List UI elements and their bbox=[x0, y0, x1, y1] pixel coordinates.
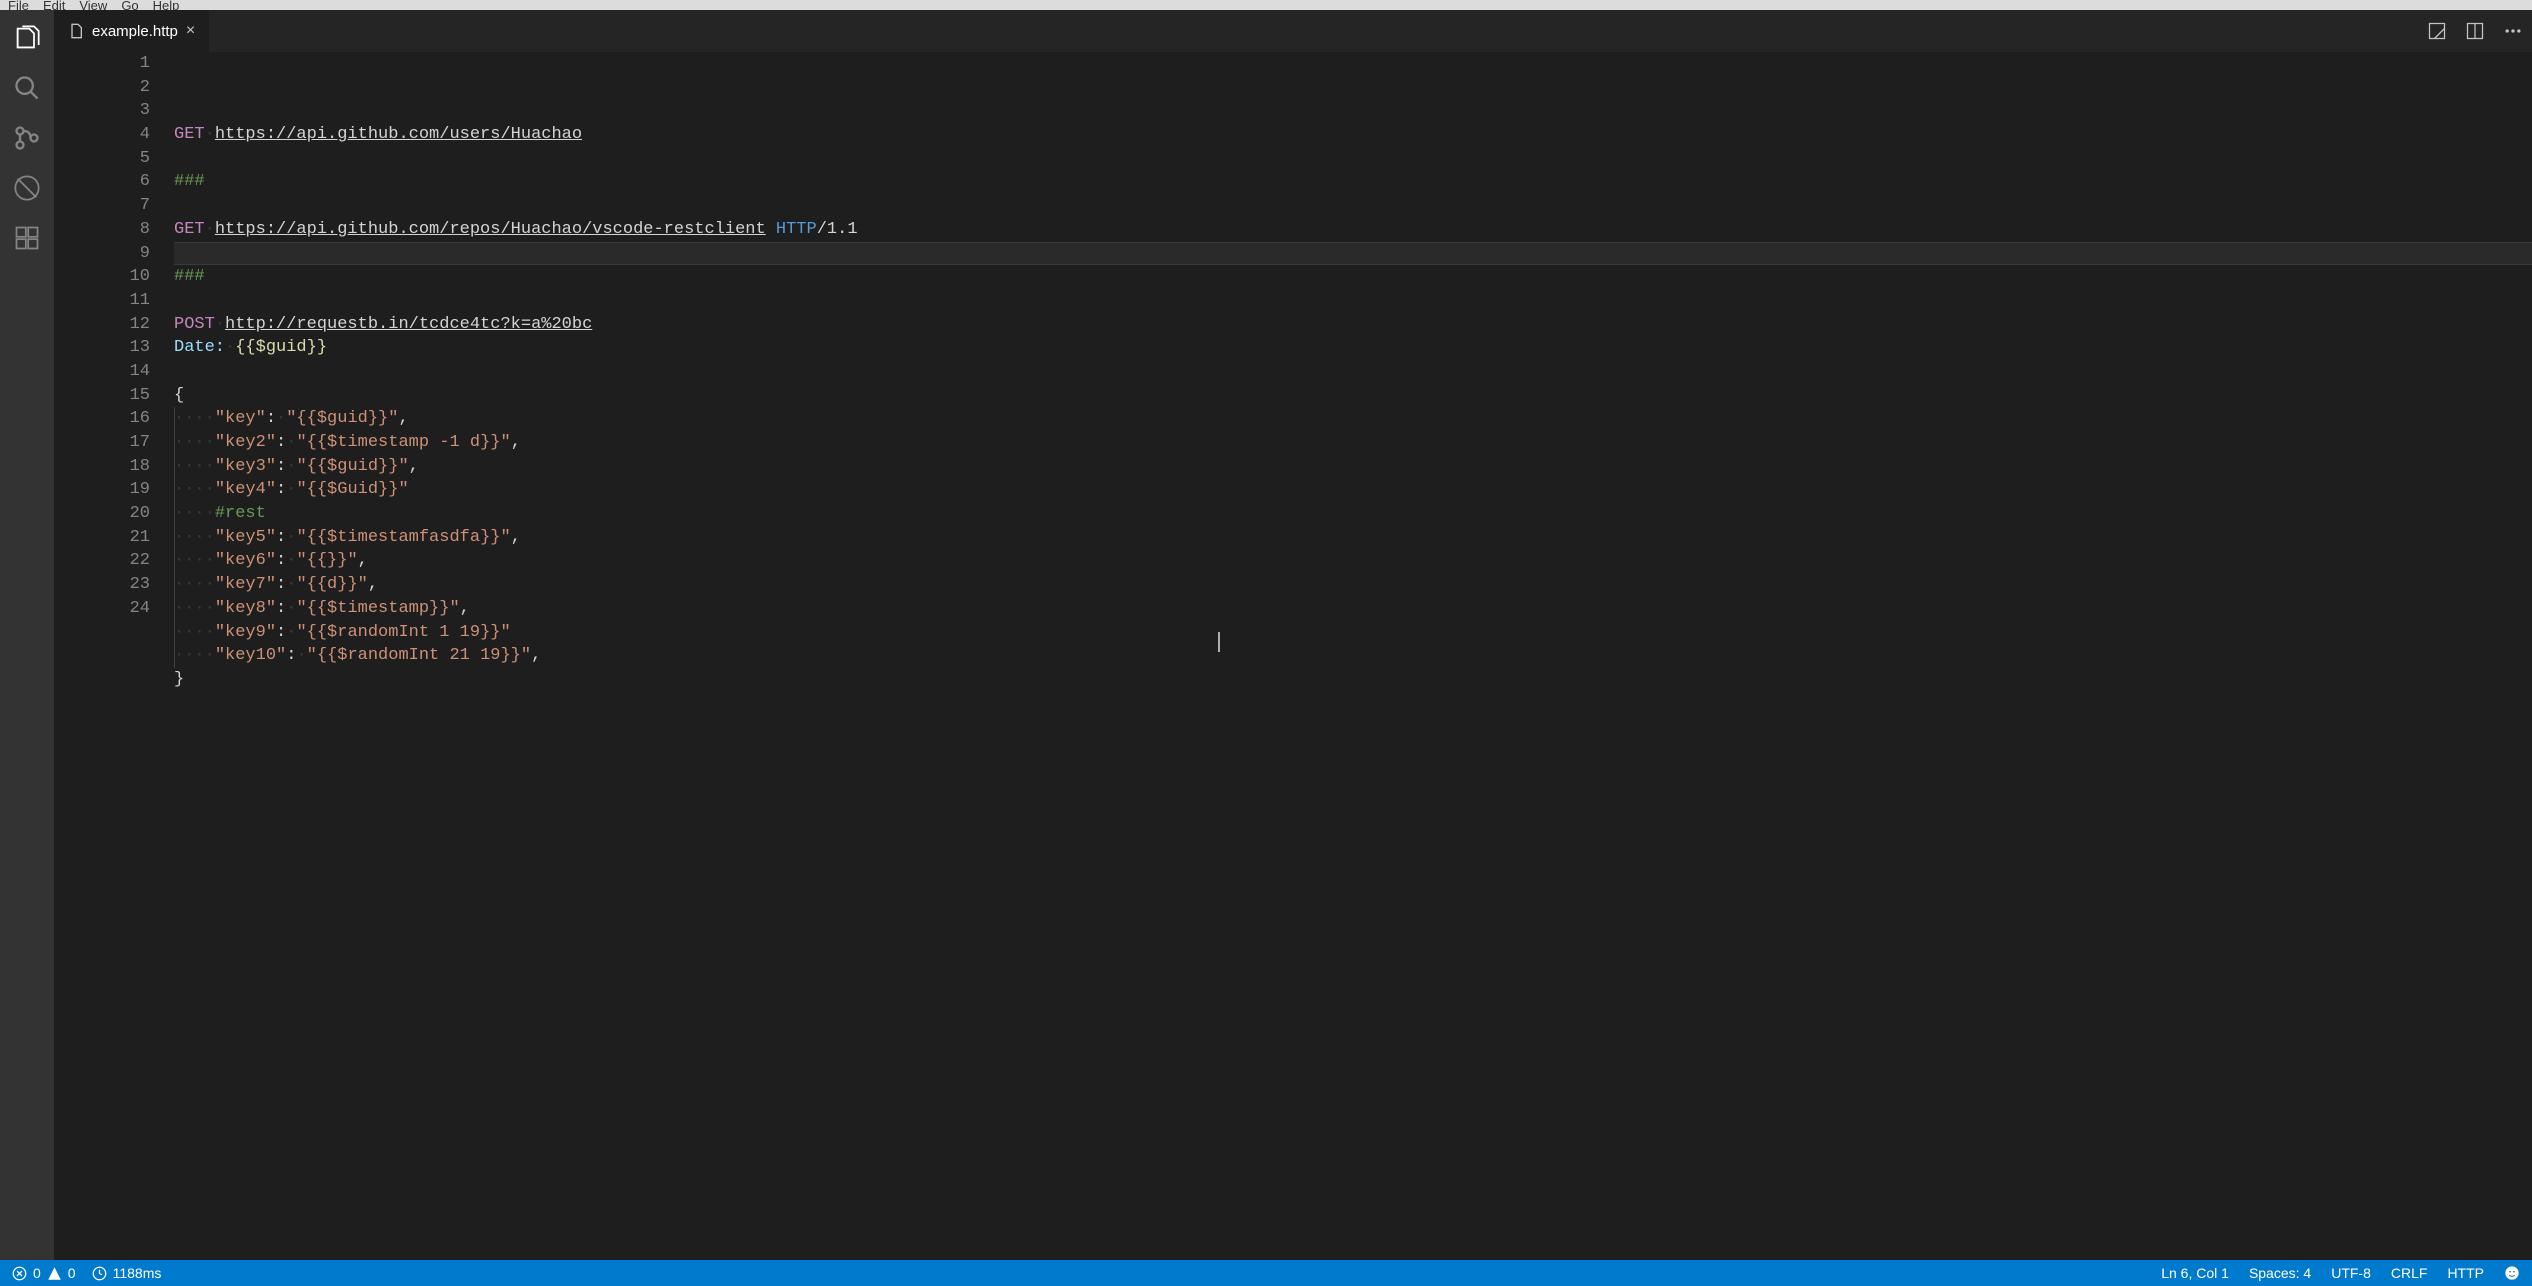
line-number: 20 bbox=[54, 502, 150, 526]
editor-area: example.http × 1234567891011121314151617… bbox=[54, 10, 2532, 1260]
warning-count: 0 bbox=[68, 1265, 76, 1281]
split-editor-icon[interactable] bbox=[2456, 10, 2494, 52]
statusbar: 0 0 1188ms Ln 6, Col 1 Spaces: 4 UTF-8 C… bbox=[0, 1260, 2532, 1286]
feedback-icon[interactable] bbox=[2504, 1265, 2520, 1281]
line-number: 3 bbox=[54, 99, 150, 123]
code-line[interactable] bbox=[174, 360, 2532, 384]
line-number: 17 bbox=[54, 431, 150, 455]
line-number: 22 bbox=[54, 549, 150, 573]
git-icon[interactable] bbox=[13, 124, 41, 152]
code-line[interactable] bbox=[174, 242, 2532, 266]
line-number: 23 bbox=[54, 573, 150, 597]
line-number: 15 bbox=[54, 384, 150, 408]
line-number: 12 bbox=[54, 313, 150, 337]
activitybar bbox=[0, 10, 54, 1260]
status-problems[interactable]: 0 0 bbox=[12, 1265, 76, 1281]
warning-icon bbox=[47, 1266, 62, 1281]
code-line[interactable]: POST·http://requestb.in/tcdce4tc?k=a%20b… bbox=[174, 313, 2532, 337]
line-number: 9 bbox=[54, 242, 150, 266]
clock-icon bbox=[92, 1266, 107, 1281]
duration-value: 1188ms bbox=[113, 1265, 162, 1281]
close-icon[interactable]: × bbox=[186, 23, 195, 39]
code-line[interactable]: ### bbox=[174, 265, 2532, 289]
code-line[interactable]: ····"key6":·"{{}}", bbox=[174, 549, 2532, 573]
code-line[interactable]: ### bbox=[174, 170, 2532, 194]
code-line[interactable]: Date:·{{$guid}} bbox=[174, 336, 2532, 360]
line-number: 19 bbox=[54, 478, 150, 502]
code-line[interactable]: GET·https://api.github.com/repos/Huachao… bbox=[174, 218, 2532, 242]
line-number: 24 bbox=[54, 597, 150, 621]
line-number: 11 bbox=[54, 289, 150, 313]
more-icon[interactable] bbox=[2494, 10, 2532, 52]
error-count: 0 bbox=[33, 1265, 41, 1281]
tab-example-http[interactable]: example.http × bbox=[54, 10, 210, 52]
menubar: File Edit View Go Help bbox=[0, 0, 2532, 10]
line-number: 5 bbox=[54, 147, 150, 171]
line-number: 2 bbox=[54, 76, 150, 100]
tabbar: example.http × bbox=[54, 10, 2532, 52]
code-line[interactable]: ····"key2":·"{{$timestamp -1 d}}", bbox=[174, 431, 2532, 455]
line-number: 21 bbox=[54, 526, 150, 550]
line-number: 10 bbox=[54, 265, 150, 289]
toggle-preview-icon[interactable] bbox=[2418, 10, 2456, 52]
main-area: example.http × 1234567891011121314151617… bbox=[0, 10, 2532, 1260]
code-line[interactable]: ····"key4":·"{{$Guid}}" bbox=[174, 478, 2532, 502]
code-line[interactable]: ····"key3":·"{{$guid}}", bbox=[174, 455, 2532, 479]
code-line[interactable]: } bbox=[174, 668, 2532, 692]
status-lncol[interactable]: Ln 6, Col 1 bbox=[2161, 1265, 2229, 1281]
code-line[interactable]: GET·https://api.github.com/users/Huachao bbox=[174, 123, 2532, 147]
code-line[interactable] bbox=[174, 194, 2532, 218]
code-content[interactable]: GET·https://api.github.com/users/Huachao… bbox=[174, 52, 2532, 1260]
files-icon[interactable] bbox=[13, 24, 41, 52]
code-line[interactable]: ····#rest bbox=[174, 502, 2532, 526]
file-icon bbox=[68, 23, 84, 39]
line-number: 13 bbox=[54, 336, 150, 360]
line-number: 8 bbox=[54, 218, 150, 242]
code-line[interactable]: ····"key5":·"{{$timestamfasdfa}}", bbox=[174, 526, 2532, 550]
status-duration[interactable]: 1188ms bbox=[92, 1265, 162, 1281]
line-number-gutter: 123456789101112131415161718192021222324 bbox=[54, 52, 174, 1260]
code-line[interactable] bbox=[174, 289, 2532, 313]
debug-icon[interactable] bbox=[13, 174, 41, 202]
editor[interactable]: 123456789101112131415161718192021222324 … bbox=[54, 52, 2532, 1260]
tab-filename: example.http bbox=[92, 23, 178, 40]
error-icon bbox=[12, 1266, 27, 1281]
line-number: 16 bbox=[54, 407, 150, 431]
status-encoding[interactable]: UTF-8 bbox=[2331, 1265, 2371, 1281]
code-line[interactable]: ····"key7":·"{{d}}", bbox=[174, 573, 2532, 597]
search-icon[interactable] bbox=[13, 74, 41, 102]
line-number: 7 bbox=[54, 194, 150, 218]
code-line[interactable]: { bbox=[174, 384, 2532, 408]
status-spaces[interactable]: Spaces: 4 bbox=[2249, 1265, 2311, 1281]
code-line[interactable]: ····"key8":·"{{$timestamp}}", bbox=[174, 597, 2532, 621]
line-number: 4 bbox=[54, 123, 150, 147]
code-line[interactable]: ····"key10":·"{{$randomInt 21 19}}", bbox=[174, 644, 2532, 668]
code-line[interactable]: ····"key9":·"{{$randomInt 1 19}}" bbox=[174, 621, 2532, 645]
text-cursor-overlay bbox=[1218, 632, 1220, 652]
code-line[interactable] bbox=[174, 147, 2532, 171]
line-number: 14 bbox=[54, 360, 150, 384]
line-number: 6 bbox=[54, 170, 150, 194]
status-eol[interactable]: CRLF bbox=[2391, 1265, 2428, 1281]
code-line[interactable]: ····"key":·"{{$guid}}", bbox=[174, 407, 2532, 431]
extensions-icon[interactable] bbox=[13, 224, 41, 252]
line-number: 18 bbox=[54, 455, 150, 479]
line-number: 1 bbox=[54, 52, 150, 76]
status-language[interactable]: HTTP bbox=[2447, 1265, 2484, 1281]
